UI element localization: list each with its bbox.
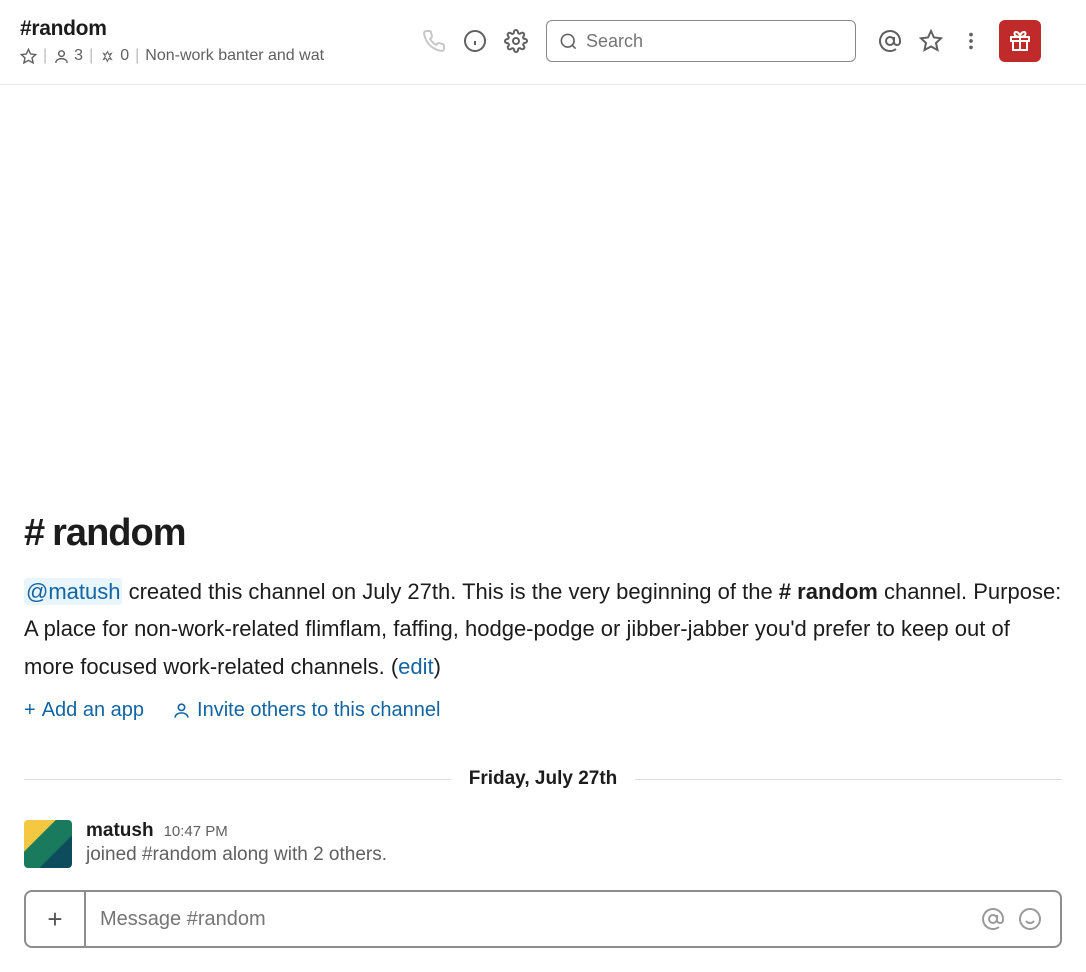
intro-title: #random <box>24 512 1062 555</box>
phone-icon[interactable] <box>422 29 446 53</box>
message-text: joined #random along with 2 others. <box>86 844 1062 866</box>
header-right-icons <box>878 20 1041 62</box>
header-left: #random | 3 | 0 | Non-work banter and wa… <box>20 17 410 65</box>
plus-icon: + <box>24 699 36 722</box>
star-channel-button[interactable] <box>20 48 37 65</box>
search-icon <box>559 32 578 51</box>
message-composer: + <box>24 890 1062 948</box>
date-divider: Friday, July 27th <box>24 768 1062 790</box>
person-icon <box>172 701 191 720</box>
gift-button[interactable] <box>999 20 1041 62</box>
mentions-icon[interactable] <box>878 29 902 53</box>
invite-link[interactable]: Invite others to this channel <box>172 699 440 722</box>
channel-topic[interactable]: Non-work banter and wat <box>145 47 324 65</box>
channel-intro: #random @matush created this channel on … <box>24 512 1062 722</box>
attach-button[interactable]: + <box>26 892 86 946</box>
add-app-link[interactable]: + Add an app <box>24 699 144 722</box>
more-icon[interactable] <box>960 30 982 52</box>
channel-name[interactable]: #random <box>20 17 410 41</box>
search-box[interactable] <box>546 20 856 62</box>
message-row: matush 10:47 PM joined #random along wit… <box>24 816 1062 872</box>
creator-mention[interactable]: @matush <box>24 578 122 605</box>
date-label: Friday, July 27th <box>451 768 636 790</box>
member-count[interactable]: 3 <box>53 47 83 65</box>
message-pane: #random @matush created this channel on … <box>0 85 1086 890</box>
intro-actions: + Add an app Invite others to this chann… <box>24 699 1062 722</box>
channel-header: #random | 3 | 0 | Non-work banter and wa… <box>0 0 1086 85</box>
avatar[interactable] <box>24 820 72 868</box>
pin-count[interactable]: 0 <box>99 47 129 65</box>
mention-icon[interactable] <box>981 907 1005 931</box>
gear-icon[interactable] <box>504 29 528 53</box>
edit-purpose-link[interactable]: edit <box>398 654 433 679</box>
message-input[interactable] <box>86 908 981 931</box>
emoji-icon[interactable] <box>1018 907 1042 931</box>
info-icon[interactable] <box>463 29 487 53</box>
search-input[interactable] <box>586 31 843 52</box>
composer-area: + <box>0 890 1086 966</box>
message-timestamp: 10:47 PM <box>164 823 228 840</box>
message-username[interactable]: matush <box>86 820 154 842</box>
star-icon[interactable] <box>919 29 943 53</box>
header-action-icons <box>422 29 528 53</box>
channel-meta: | 3 | 0 | Non-work banter and wat <box>20 47 410 65</box>
intro-description: @matush created this channel on July 27t… <box>24 573 1062 685</box>
